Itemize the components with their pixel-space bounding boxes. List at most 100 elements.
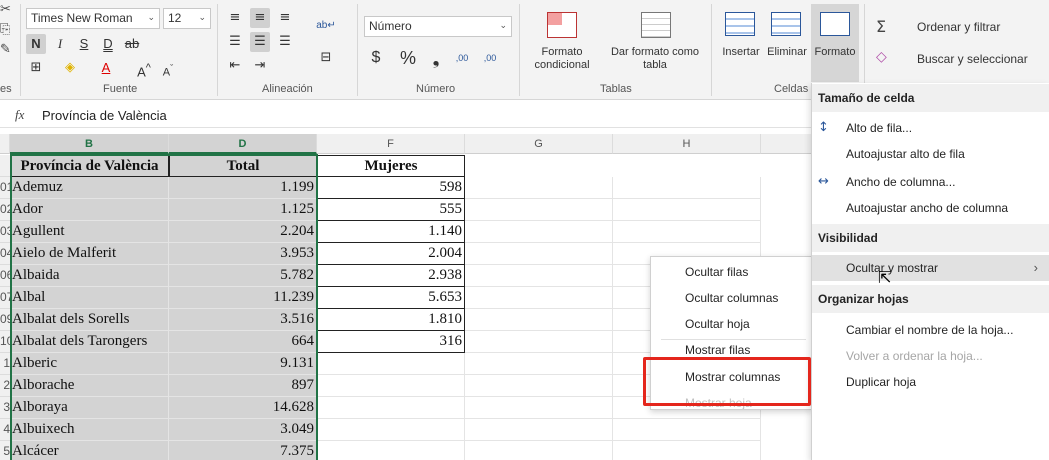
hide-show-item[interactable]: Ocultar y mostrar › xyxy=(812,255,1049,281)
cell-empty[interactable] xyxy=(465,331,613,353)
cell-empty[interactable] xyxy=(465,287,613,309)
align-left-icon[interactable]: ☰ xyxy=(225,32,245,52)
cell-empty[interactable] xyxy=(465,265,613,287)
cell-empty[interactable] xyxy=(465,243,613,265)
cell-mujeres[interactable]: 2.938 xyxy=(317,265,465,287)
cell-total[interactable]: 1.125 xyxy=(169,199,317,221)
cell-province[interactable]: Ador xyxy=(10,199,169,221)
align-middle-icon[interactable]: ≡ xyxy=(250,8,270,28)
cell-empty[interactable] xyxy=(465,199,613,221)
column-header-b[interactable]: B xyxy=(10,134,169,154)
row-header[interactable]: 1 xyxy=(0,353,10,375)
cell-total[interactable]: 9.131 xyxy=(169,353,317,375)
italic-button[interactable]: I xyxy=(50,34,70,54)
font-color-icon[interactable]: A xyxy=(96,58,116,78)
conditional-format-icon[interactable] xyxy=(547,12,577,38)
cell-mujeres[interactable]: 316 xyxy=(317,331,465,353)
cell-total[interactable]: 897 xyxy=(169,375,317,397)
cell-empty[interactable] xyxy=(465,441,613,460)
column-header-d[interactable]: D xyxy=(169,134,317,154)
bold-button[interactable]: N xyxy=(26,34,46,54)
cell-total[interactable]: 3.516 xyxy=(169,309,317,331)
header-cell-province[interactable]: Província de València xyxy=(10,155,169,177)
formula-input[interactable]: Província de València xyxy=(42,108,167,123)
column-header-h[interactable]: H xyxy=(613,134,761,154)
row-header[interactable]: 01 xyxy=(0,177,10,199)
cell-empty[interactable] xyxy=(613,419,761,441)
cell-total[interactable]: 3.049 xyxy=(169,419,317,441)
row-header[interactable]: 06 xyxy=(0,265,10,287)
hide-rows-item[interactable]: Ocultar filas xyxy=(651,259,811,285)
borders-icon[interactable]: ⊞ xyxy=(26,58,46,78)
cell-mujeres[interactable] xyxy=(317,441,465,460)
cell-mujeres[interactable] xyxy=(317,353,465,375)
cell-mujeres[interactable]: 5.653 xyxy=(317,287,465,309)
strikethrough-button[interactable]: ab xyxy=(122,34,142,54)
cell-province[interactable]: Alberic xyxy=(10,353,169,375)
align-center-icon[interactable]: ☰ xyxy=(250,32,270,52)
number-format-combo[interactable]: Número ⌄ xyxy=(364,16,512,37)
cell-province[interactable]: Albal xyxy=(10,287,169,309)
reorder-sheet-item[interactable]: Volver a ordenar la hoja... xyxy=(812,343,1049,369)
format-as-table-button[interactable]: Dar formato como tabla xyxy=(602,46,708,72)
format-painter-icon[interactable]: ✎ xyxy=(0,42,11,57)
hide-columns-item[interactable]: Ocultar columnas xyxy=(651,285,811,311)
cell-empty[interactable] xyxy=(613,441,761,460)
double-underline-button[interactable]: D xyxy=(98,34,118,54)
cell-province[interactable]: Ademuz xyxy=(10,177,169,199)
currency-button[interactable]: $ xyxy=(366,48,386,68)
increase-font-icon[interactable]: A^ xyxy=(134,58,154,79)
copy-icon[interactable]: ⎘ xyxy=(0,22,10,37)
hide-sheet-item[interactable]: Ocultar hoja xyxy=(651,311,811,337)
font-size-combo[interactable]: 12 ⌄ xyxy=(163,8,211,29)
cell-empty[interactable] xyxy=(465,375,613,397)
align-bottom-icon[interactable]: ≡ xyxy=(275,8,295,28)
find-select-button[interactable]: Buscar y seleccionar xyxy=(917,52,1028,66)
format-cells-button[interactable]: Formato xyxy=(811,46,859,59)
row-header[interactable]: 04 xyxy=(0,243,10,265)
cut-icon[interactable]: ✂ xyxy=(0,2,11,17)
cell-province[interactable]: Alborache xyxy=(10,375,169,397)
cell-empty[interactable] xyxy=(465,221,613,243)
align-right-icon[interactable]: ☰ xyxy=(275,32,295,52)
cell-total[interactable]: 14.628 xyxy=(169,397,317,419)
percent-button[interactable]: % xyxy=(398,48,418,68)
cell-mujeres[interactable]: 598 xyxy=(317,177,465,199)
decrease-font-icon[interactable]: Aˇ xyxy=(158,58,178,79)
cell-mujeres[interactable]: 555 xyxy=(317,199,465,221)
column-width-item[interactable]: ↔ Ancho de columna... xyxy=(812,169,1049,195)
cell-mujeres[interactable]: 1.140 xyxy=(317,221,465,243)
cell-province[interactable]: Albalat dels Tarongers xyxy=(10,331,169,353)
conditional-format-button[interactable]: Formato condicional xyxy=(524,46,600,72)
cell-province[interactable]: Agullent xyxy=(10,221,169,243)
row-header[interactable]: 3 xyxy=(0,397,10,419)
increase-indent-icon[interactable]: ⇥ xyxy=(250,56,270,76)
font-name-combo[interactable]: Times New Roman ⌄ xyxy=(26,8,160,29)
autofit-row-item[interactable]: Autoajustar alto de fila xyxy=(812,141,1049,167)
cell-empty[interactable] xyxy=(613,199,761,221)
decrease-indent-icon[interactable]: ⇤ xyxy=(225,56,245,76)
cell-total[interactable]: 7.375 xyxy=(169,441,317,460)
align-top-icon[interactable]: ≡ xyxy=(225,8,245,28)
cell-empty[interactable] xyxy=(465,177,613,199)
cell-empty[interactable] xyxy=(613,221,761,243)
wrap-text-icon[interactable]: ab↵ xyxy=(316,16,336,36)
cell-mujeres[interactable] xyxy=(317,375,465,397)
row-header[interactable]: 02 xyxy=(0,199,10,221)
cell-total[interactable]: 5.782 xyxy=(169,265,317,287)
cell-total[interactable]: 664 xyxy=(169,331,317,353)
cell-province[interactable]: Alcácer xyxy=(10,441,169,460)
sort-filter-button[interactable]: Ordenar y filtrar xyxy=(917,20,1000,34)
cell-empty[interactable] xyxy=(465,397,613,419)
autosum-icon[interactable]: Σ xyxy=(876,17,886,36)
row-header[interactable] xyxy=(0,155,10,177)
cell-mujeres[interactable]: 1.810 xyxy=(317,309,465,331)
row-header[interactable]: 4 xyxy=(0,419,10,441)
cell-empty[interactable] xyxy=(613,177,761,199)
autofit-column-item[interactable]: Autoajustar ancho de columna xyxy=(812,195,1049,221)
thousands-separator-button[interactable]: ❟ xyxy=(426,48,446,68)
row-header[interactable]: 09 xyxy=(0,309,10,331)
row-header[interactable]: 07 xyxy=(0,287,10,309)
cell-empty[interactable] xyxy=(465,309,613,331)
cell-province[interactable]: Albuixech xyxy=(10,419,169,441)
